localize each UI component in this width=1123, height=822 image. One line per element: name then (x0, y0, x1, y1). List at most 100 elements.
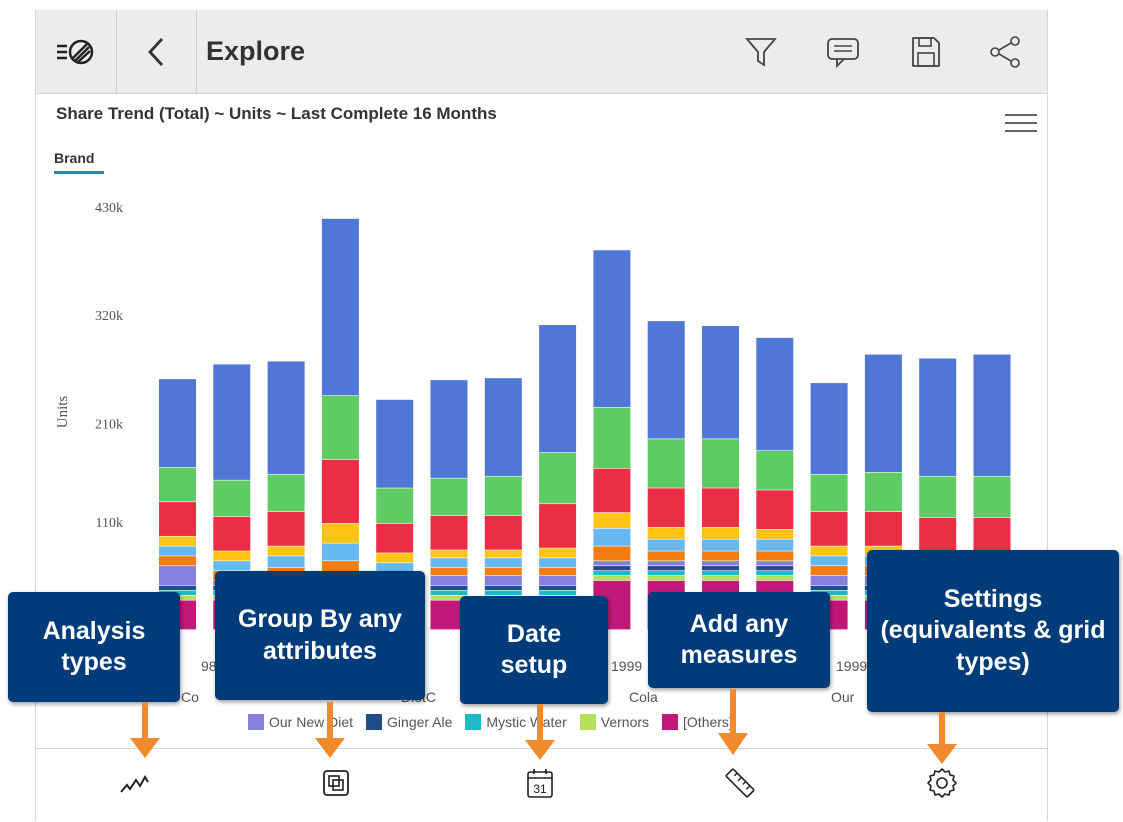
bar-segment[interactable] (484, 515, 522, 550)
bar-segment[interactable] (756, 529, 794, 539)
bar-segment[interactable] (756, 551, 794, 561)
bar-segment[interactable] (539, 504, 577, 548)
bar-segment[interactable] (702, 575, 739, 581)
bar-segment[interactable] (484, 585, 522, 591)
bar-segment[interactable] (484, 558, 522, 568)
bar-segment[interactable] (213, 516, 251, 551)
bar-segment[interactable] (702, 488, 739, 528)
bar-segment[interactable] (321, 218, 359, 396)
bar-segment[interactable] (810, 575, 848, 586)
analysis-types-button[interactable] (114, 761, 158, 805)
bar-segment[interactable] (539, 325, 577, 453)
bar-segment[interactable] (647, 539, 685, 551)
bar-segment[interactable] (973, 476, 1011, 518)
bar-segment[interactable] (756, 561, 794, 566)
bar-segment[interactable] (484, 550, 522, 558)
bar-segment[interactable] (647, 551, 685, 561)
bar-segment[interactable] (539, 548, 577, 558)
bar-segment[interactable] (702, 527, 739, 539)
bar-segment[interactable] (430, 568, 468, 576)
bar-segment[interactable] (539, 568, 577, 576)
bar-segment[interactable] (647, 321, 685, 439)
bar-segment[interactable] (864, 472, 902, 512)
bar-segment[interactable] (159, 536, 196, 546)
bar-segment[interactable] (593, 575, 631, 581)
tab-brand[interactable]: Brand (54, 150, 104, 174)
bar-segment[interactable] (430, 380, 468, 478)
bar-segment[interactable] (810, 546, 848, 556)
bar-segment[interactable] (810, 511, 848, 546)
bar-segment[interactable] (702, 551, 739, 561)
bar-segment[interactable] (484, 575, 522, 586)
bar-segment[interactable] (213, 480, 251, 517)
bar-segment[interactable] (647, 527, 685, 539)
bar-segment[interactable] (810, 585, 848, 591)
bar-segment[interactable] (213, 561, 251, 571)
bar-segment[interactable] (159, 546, 196, 556)
bar-segment[interactable] (430, 515, 468, 550)
bar-segment[interactable] (756, 539, 794, 551)
bar-segment[interactable] (919, 358, 957, 476)
bar-segment[interactable] (159, 379, 196, 468)
menu-logo-button[interactable] (36, 10, 116, 93)
bar-segment[interactable] (810, 474, 848, 512)
bar-segment[interactable] (321, 523, 359, 543)
bar-segment[interactable] (539, 558, 577, 568)
bar-segment[interactable] (484, 476, 522, 516)
bar-segment[interactable] (376, 488, 414, 524)
chart-menu-icon[interactable] (1005, 114, 1037, 136)
share-button[interactable] (980, 10, 1030, 93)
bar-segment[interactable] (430, 478, 468, 516)
bar-segment[interactable] (702, 539, 739, 551)
bar-segment[interactable] (159, 467, 196, 502)
bar-segment[interactable] (593, 250, 631, 408)
bar-segment[interactable] (267, 556, 305, 568)
bar-segment[interactable] (484, 590, 522, 595)
bar-segment[interactable] (430, 585, 468, 591)
bar-segment[interactable] (593, 546, 631, 561)
bar-segment[interactable] (756, 575, 794, 581)
date-setup-button[interactable]: 31 (518, 761, 562, 805)
bar-segment[interactable] (756, 337, 794, 451)
bar-segment[interactable] (159, 502, 196, 536)
bar-segment[interactable] (647, 439, 685, 488)
bar-segment[interactable] (376, 399, 414, 488)
bar-segment[interactable] (539, 452, 577, 504)
bar-segment[interactable] (376, 553, 414, 563)
bar-segment[interactable] (321, 459, 359, 524)
bar-segment[interactable] (864, 511, 902, 546)
bar-segment[interactable] (810, 383, 848, 474)
bar-segment[interactable] (321, 543, 359, 561)
bar-segment[interactable] (756, 566, 794, 571)
bar-segment[interactable] (376, 523, 414, 553)
group-by-button[interactable] (314, 761, 358, 805)
bar-segment[interactable] (756, 490, 794, 530)
bar-segment[interactable] (919, 476, 957, 518)
bar-segment[interactable] (430, 575, 468, 586)
bar-segment[interactable] (539, 575, 577, 586)
legend-item[interactable]: Ginger Ale (366, 714, 452, 730)
filter-button[interactable] (736, 10, 786, 93)
bar-segment[interactable] (647, 566, 685, 571)
bar-segment[interactable] (647, 561, 685, 566)
bar-segment[interactable] (702, 439, 739, 488)
bar-segment[interactable] (593, 570, 631, 576)
add-measures-button[interactable] (718, 761, 762, 805)
bar-segment[interactable] (647, 488, 685, 528)
bar-segment[interactable] (484, 378, 522, 476)
bar-segment[interactable] (430, 550, 468, 558)
bar-segment[interactable] (430, 590, 468, 595)
bar-segment[interactable] (484, 568, 522, 576)
bar-segment[interactable] (756, 450, 794, 490)
save-button[interactable] (900, 10, 950, 93)
bar-segment[interactable] (213, 551, 251, 561)
bar-segment[interactable] (702, 570, 739, 576)
bar-segment[interactable] (159, 566, 196, 586)
bar-segment[interactable] (810, 556, 848, 566)
bar-segment[interactable] (159, 585, 196, 591)
legend-item[interactable]: Vernors (579, 714, 649, 730)
bar-segment[interactable] (593, 468, 631, 513)
comment-button[interactable] (818, 10, 868, 93)
bar-segment[interactable] (267, 361, 305, 474)
bar-segment[interactable] (756, 570, 794, 576)
